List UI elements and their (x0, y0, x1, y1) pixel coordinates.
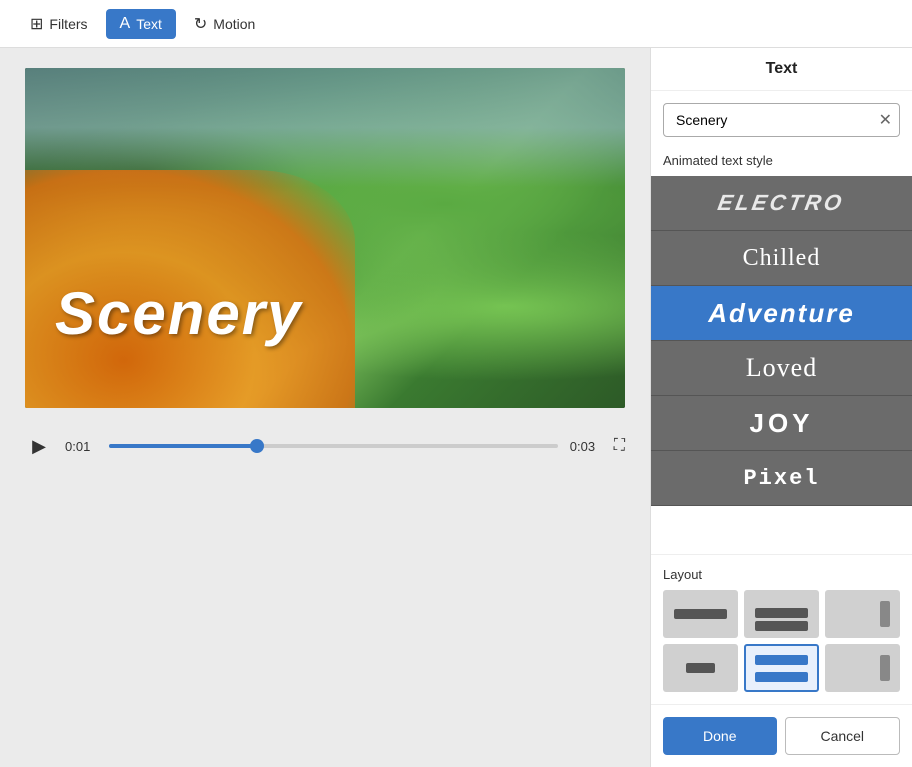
motion-label: Motion (213, 16, 255, 32)
layout-bar-2b (755, 621, 808, 631)
time-current: 0:01 (65, 439, 97, 454)
layout-bar-5b (755, 672, 808, 682)
progress-fill (109, 444, 257, 448)
style-item-chilled[interactable]: Chilled (651, 231, 912, 286)
style-electro-label: ELECTRO (716, 190, 847, 216)
text-icon: A (120, 15, 131, 33)
search-input[interactable] (663, 103, 900, 137)
progress-track[interactable] (109, 444, 558, 448)
play-button[interactable]: ▶ (25, 432, 53, 460)
style-item-joy[interactable]: JOY (651, 396, 912, 451)
layout-item-5[interactable] (744, 644, 819, 692)
style-pixel-label: Pixel (743, 466, 819, 491)
layout-side-bar-3 (880, 601, 890, 627)
style-item-electro[interactable]: ELECTRO (651, 176, 912, 231)
video-overlay-text: Scenery (55, 279, 303, 348)
toolbar: ⊞ Filters A Text ↻ Motion (0, 0, 912, 48)
filters-button[interactable]: ⊞ Filters (16, 8, 102, 40)
layout-bar-2a (755, 608, 808, 618)
search-box: ✕ (663, 103, 900, 137)
layout-label: Layout (663, 567, 900, 582)
done-button[interactable]: Done (663, 717, 777, 755)
style-joy-label: JOY (749, 408, 813, 439)
layout-item-2[interactable] (744, 590, 819, 638)
layout-item-6[interactable] (825, 644, 900, 692)
style-item-loved[interactable]: Loved (651, 341, 912, 396)
layout-item-3[interactable] (825, 590, 900, 638)
text-label: Text (136, 16, 162, 32)
cancel-button[interactable]: Cancel (785, 717, 901, 755)
style-loved-label: Loved (746, 353, 817, 383)
style-item-pixel[interactable]: Pixel (651, 451, 912, 506)
video-container: Scenery (25, 68, 625, 408)
motion-icon: ↻ (194, 14, 207, 34)
search-clear-button[interactable]: ✕ (879, 110, 892, 130)
layout-side-bar-6 (880, 655, 890, 681)
style-adventure-label: Adventure (708, 298, 855, 329)
progress-thumb[interactable] (250, 439, 264, 453)
panel-title: Text (651, 48, 912, 91)
layout-section: Layout (651, 554, 912, 704)
video-controls: ▶ 0:01 0:03 ⛶ (25, 424, 625, 468)
layout-item-1[interactable] (663, 590, 738, 638)
left-panel: Scenery ▶ 0:01 0:03 ⛶ (0, 48, 650, 767)
filters-icon: ⊞ (30, 14, 43, 34)
section-label: Animated text style (651, 149, 912, 176)
layout-bar-1 (674, 609, 727, 619)
layout-grid (663, 590, 900, 692)
right-panel: Text ✕ Animated text style ELECTRO Chill… (650, 48, 912, 767)
action-buttons: Done Cancel (651, 704, 912, 767)
motion-button[interactable]: ↻ Motion (180, 8, 269, 40)
fullscreen-button[interactable]: ⛶ (614, 437, 625, 455)
layout-bar-5a (755, 655, 808, 665)
time-total: 0:03 (570, 439, 602, 454)
style-item-adventure[interactable]: Adventure (651, 286, 912, 341)
text-button[interactable]: A Text (106, 9, 176, 39)
layout-item-4[interactable] (663, 644, 738, 692)
main-area: Scenery ▶ 0:01 0:03 ⛶ Text ✕ Animated te… (0, 48, 912, 767)
text-styles-list: ELECTRO Chilled Adventure Loved JOY Pixe… (651, 176, 912, 554)
filters-label: Filters (49, 16, 87, 32)
layout-bar-4 (686, 663, 714, 673)
style-chilled-label: Chilled (743, 245, 821, 272)
